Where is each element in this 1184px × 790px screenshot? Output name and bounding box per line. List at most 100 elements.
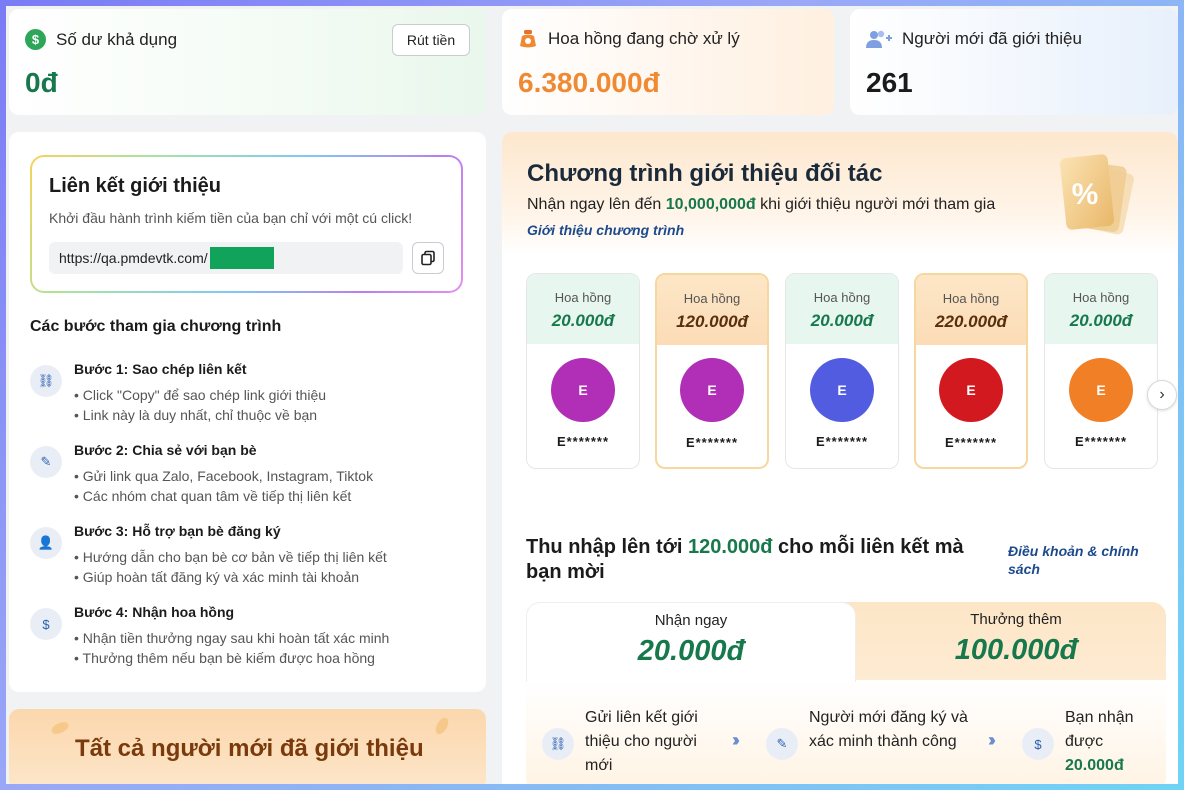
step-name: Bước 4: Nhận hoa hồng xyxy=(74,604,235,620)
referred-user-name: E******* xyxy=(556,434,610,449)
program-intro-link[interactable]: Giới thiệu chương trình xyxy=(527,222,684,238)
flow-text: Bạn nhận được xyxy=(1065,709,1134,750)
program-title: Chương trình giới thiệu đối tác xyxy=(527,160,883,187)
referral-link-field[interactable]: https://qa.pmdevtk.com/ xyxy=(49,242,403,274)
step-detail: • Các nhóm chat quan tâm về tiếp thị liê… xyxy=(74,488,352,504)
step-name: Bước 1: Sao chép liên kết xyxy=(74,361,247,377)
step-detail: • Gửi link qua Zalo, Facebook, Instagram… xyxy=(74,468,374,484)
chevron-right-icon: › xyxy=(1159,386,1165,403)
referral-code-redaction xyxy=(209,247,274,269)
referral-subtitle: Khởi đầu hành trình kiếm tiền của bạn ch… xyxy=(49,210,413,226)
copy-button[interactable] xyxy=(412,242,444,274)
commission-amount: 220.000đ xyxy=(935,312,1007,331)
commission-card[interactable]: Hoa hồng 20.000đ E E******* xyxy=(526,273,640,469)
program-subtitle-before: Nhận ngay lên đến xyxy=(527,196,666,213)
verify-icon: ✎ xyxy=(766,728,798,760)
steps-title: Các bước tham gia chương trình xyxy=(30,318,282,335)
program-banner: Chương trình giới thiệu đối tác Nhận nga… xyxy=(502,132,1178,254)
users-plus-icon xyxy=(866,29,892,49)
bonus-section: Thưởng thêm 100.000đ Nhận ngay 20.000đ ⛓… xyxy=(526,602,1166,784)
leaf-decoration xyxy=(49,719,71,737)
pending-header: Hoa hồng đang chờ xử lý xyxy=(518,29,740,49)
step-detail: • Click "Copy" để sao chép link giới thi… xyxy=(74,387,327,403)
pending-commission-card: Hoa hồng đang chờ xử lý 6.380.000đ xyxy=(502,9,834,115)
step-name: Bước 2: Chia sẻ với bạn bè xyxy=(74,442,257,458)
dollar-icon: $ xyxy=(1022,728,1054,760)
commission-card[interactable]: Hoa hồng 20.000đ E E******* xyxy=(785,273,899,469)
step-detail: • Giúp hoàn tất đăng ký và xác minh tài … xyxy=(74,569,360,585)
commission-amount: 20.000đ xyxy=(551,311,615,330)
link-icon: ⛓ xyxy=(542,728,574,760)
dollar-icon: $ xyxy=(25,29,46,50)
avatar: E xyxy=(1069,358,1133,422)
commission-label: Hoa hồng xyxy=(813,290,871,305)
commission-carousel: Hoa hồng 20.000đ E E******* Hoa hồng 120… xyxy=(526,273,1166,469)
commission-amount: 20.000đ xyxy=(810,311,874,330)
step-detail: • Link này là duy nhất, chỉ thuộc về bạn xyxy=(74,407,318,423)
balance-header: $ Số dư khả dụng xyxy=(25,29,177,50)
commission-label: Hoa hồng xyxy=(683,291,741,306)
pending-value: 6.380.000đ xyxy=(518,67,660,98)
balance-value: 0đ xyxy=(25,67,58,98)
referred-users-card: Người mới đã giới thiệu 261 xyxy=(850,9,1178,115)
leaf-decoration xyxy=(433,715,451,737)
all-referred-title: Tất cả người mới đã giới thiệu xyxy=(75,735,424,762)
instant-bonus-tab[interactable]: Nhận ngay 20.000đ xyxy=(526,602,856,682)
earnings-title: Thu nhập lên tới 120.000đ cho mỗi liên k… xyxy=(526,535,986,585)
pending-label: Hoa hồng đang chờ xử lý xyxy=(548,29,740,48)
flow-text: Gửi liên kết giới thiệu cho người mới xyxy=(585,709,698,774)
referred-user-name: E******* xyxy=(815,434,869,449)
terms-link[interactable]: Điều khoản & chính sách xyxy=(1008,542,1158,578)
instant-bonus-label: Nhận ngay xyxy=(654,612,728,629)
link-icon: ⛓ xyxy=(30,365,62,397)
balance-label: Số dư khả dụng xyxy=(56,29,178,49)
earnings-amount: 120.000đ xyxy=(687,536,773,558)
user-plus-icon: 👤 xyxy=(30,527,62,559)
commission-card[interactable]: Hoa hồng 120.000đ E E******* xyxy=(655,273,769,469)
program-subtitle: Nhận ngay lên đến 10,000,000đ khi giới t… xyxy=(527,196,995,214)
extra-bonus-label: Thưởng thêm xyxy=(970,611,1062,628)
instant-bonus-amount: 20.000đ xyxy=(637,635,745,667)
share-icon: ✎ xyxy=(30,446,62,478)
avatar: E xyxy=(810,358,874,422)
withdraw-button[interactable]: Rút tiền xyxy=(392,24,470,56)
earnings-title-before: Thu nhập lên tới xyxy=(526,536,688,558)
avatar: E xyxy=(680,358,744,422)
referred-header: Người mới đã giới thiệu xyxy=(866,29,1082,49)
avatar: E xyxy=(939,358,1003,422)
flow-amount: 20.000đ xyxy=(1065,757,1124,774)
referred-user-name: E******* xyxy=(944,435,998,450)
step-detail: • Hướng dẫn cho bạn bè cơ bản về tiếp th… xyxy=(74,549,387,565)
partner-program-panel: Chương trình giới thiệu đối tác Nhận nga… xyxy=(502,132,1178,784)
flow-text-wrap: Bạn nhận được 20.000đ xyxy=(1065,706,1155,778)
double-chevron-icon: ›› xyxy=(732,730,740,750)
step-detail: • Nhận tiền thưởng ngay sau khi hoàn tất… xyxy=(74,630,390,646)
commission-amount: 20.000đ xyxy=(1069,311,1133,330)
double-chevron-icon: ›› xyxy=(988,730,996,750)
reward-flow: ⛓ Gửi liên kết giới thiệu cho người mới … xyxy=(526,680,1166,784)
all-referred-card: Tất cả người mới đã giới thiệu xyxy=(9,709,486,784)
referred-user-name: E******* xyxy=(685,435,739,450)
extra-bonus-amount: 100.000đ xyxy=(954,634,1078,666)
flow-text: Người mới đăng ký và xác minh thành công xyxy=(809,709,968,750)
referral-link-text: https://qa.pmdevtk.com/ xyxy=(59,250,208,266)
commission-card[interactable]: Hoa hồng 20.000đ E E******* xyxy=(1044,273,1158,469)
referred-user-name: E******* xyxy=(1074,434,1128,449)
referral-link-box: Liên kết giới thiệu Khởi đầu hành trình … xyxy=(30,155,463,293)
program-max-amount: 10,000,000đ xyxy=(665,196,756,213)
avatar: E xyxy=(551,358,615,422)
carousel-next-button[interactable]: › xyxy=(1147,380,1177,410)
program-subtitle-after: khi giới thiệu người mới tham gia xyxy=(755,196,996,213)
referral-title: Liên kết giới thiệu xyxy=(49,175,222,197)
commission-label: Hoa hồng xyxy=(554,290,612,305)
money-bag-icon xyxy=(518,29,538,49)
commission-card[interactable]: Hoa hồng 220.000đ E E******* xyxy=(914,273,1028,469)
app-frame: $ Số dư khả dụng 0đ Rút tiền Hoa hồng đa… xyxy=(6,6,1178,784)
balance-card: $ Số dư khả dụng 0đ Rút tiền xyxy=(9,9,486,115)
referral-panel: Liên kết giới thiệu Khởi đầu hành trình … xyxy=(9,132,486,692)
extra-bonus-tab[interactable]: Thưởng thêm 100.000đ xyxy=(826,602,1166,682)
copy-icon xyxy=(421,250,435,266)
coupon-icon: % xyxy=(1055,150,1143,242)
commission-label: Hoa hồng xyxy=(1072,290,1130,305)
step-name: Bước 3: Hỗ trợ bạn bè đăng ký xyxy=(74,523,281,539)
